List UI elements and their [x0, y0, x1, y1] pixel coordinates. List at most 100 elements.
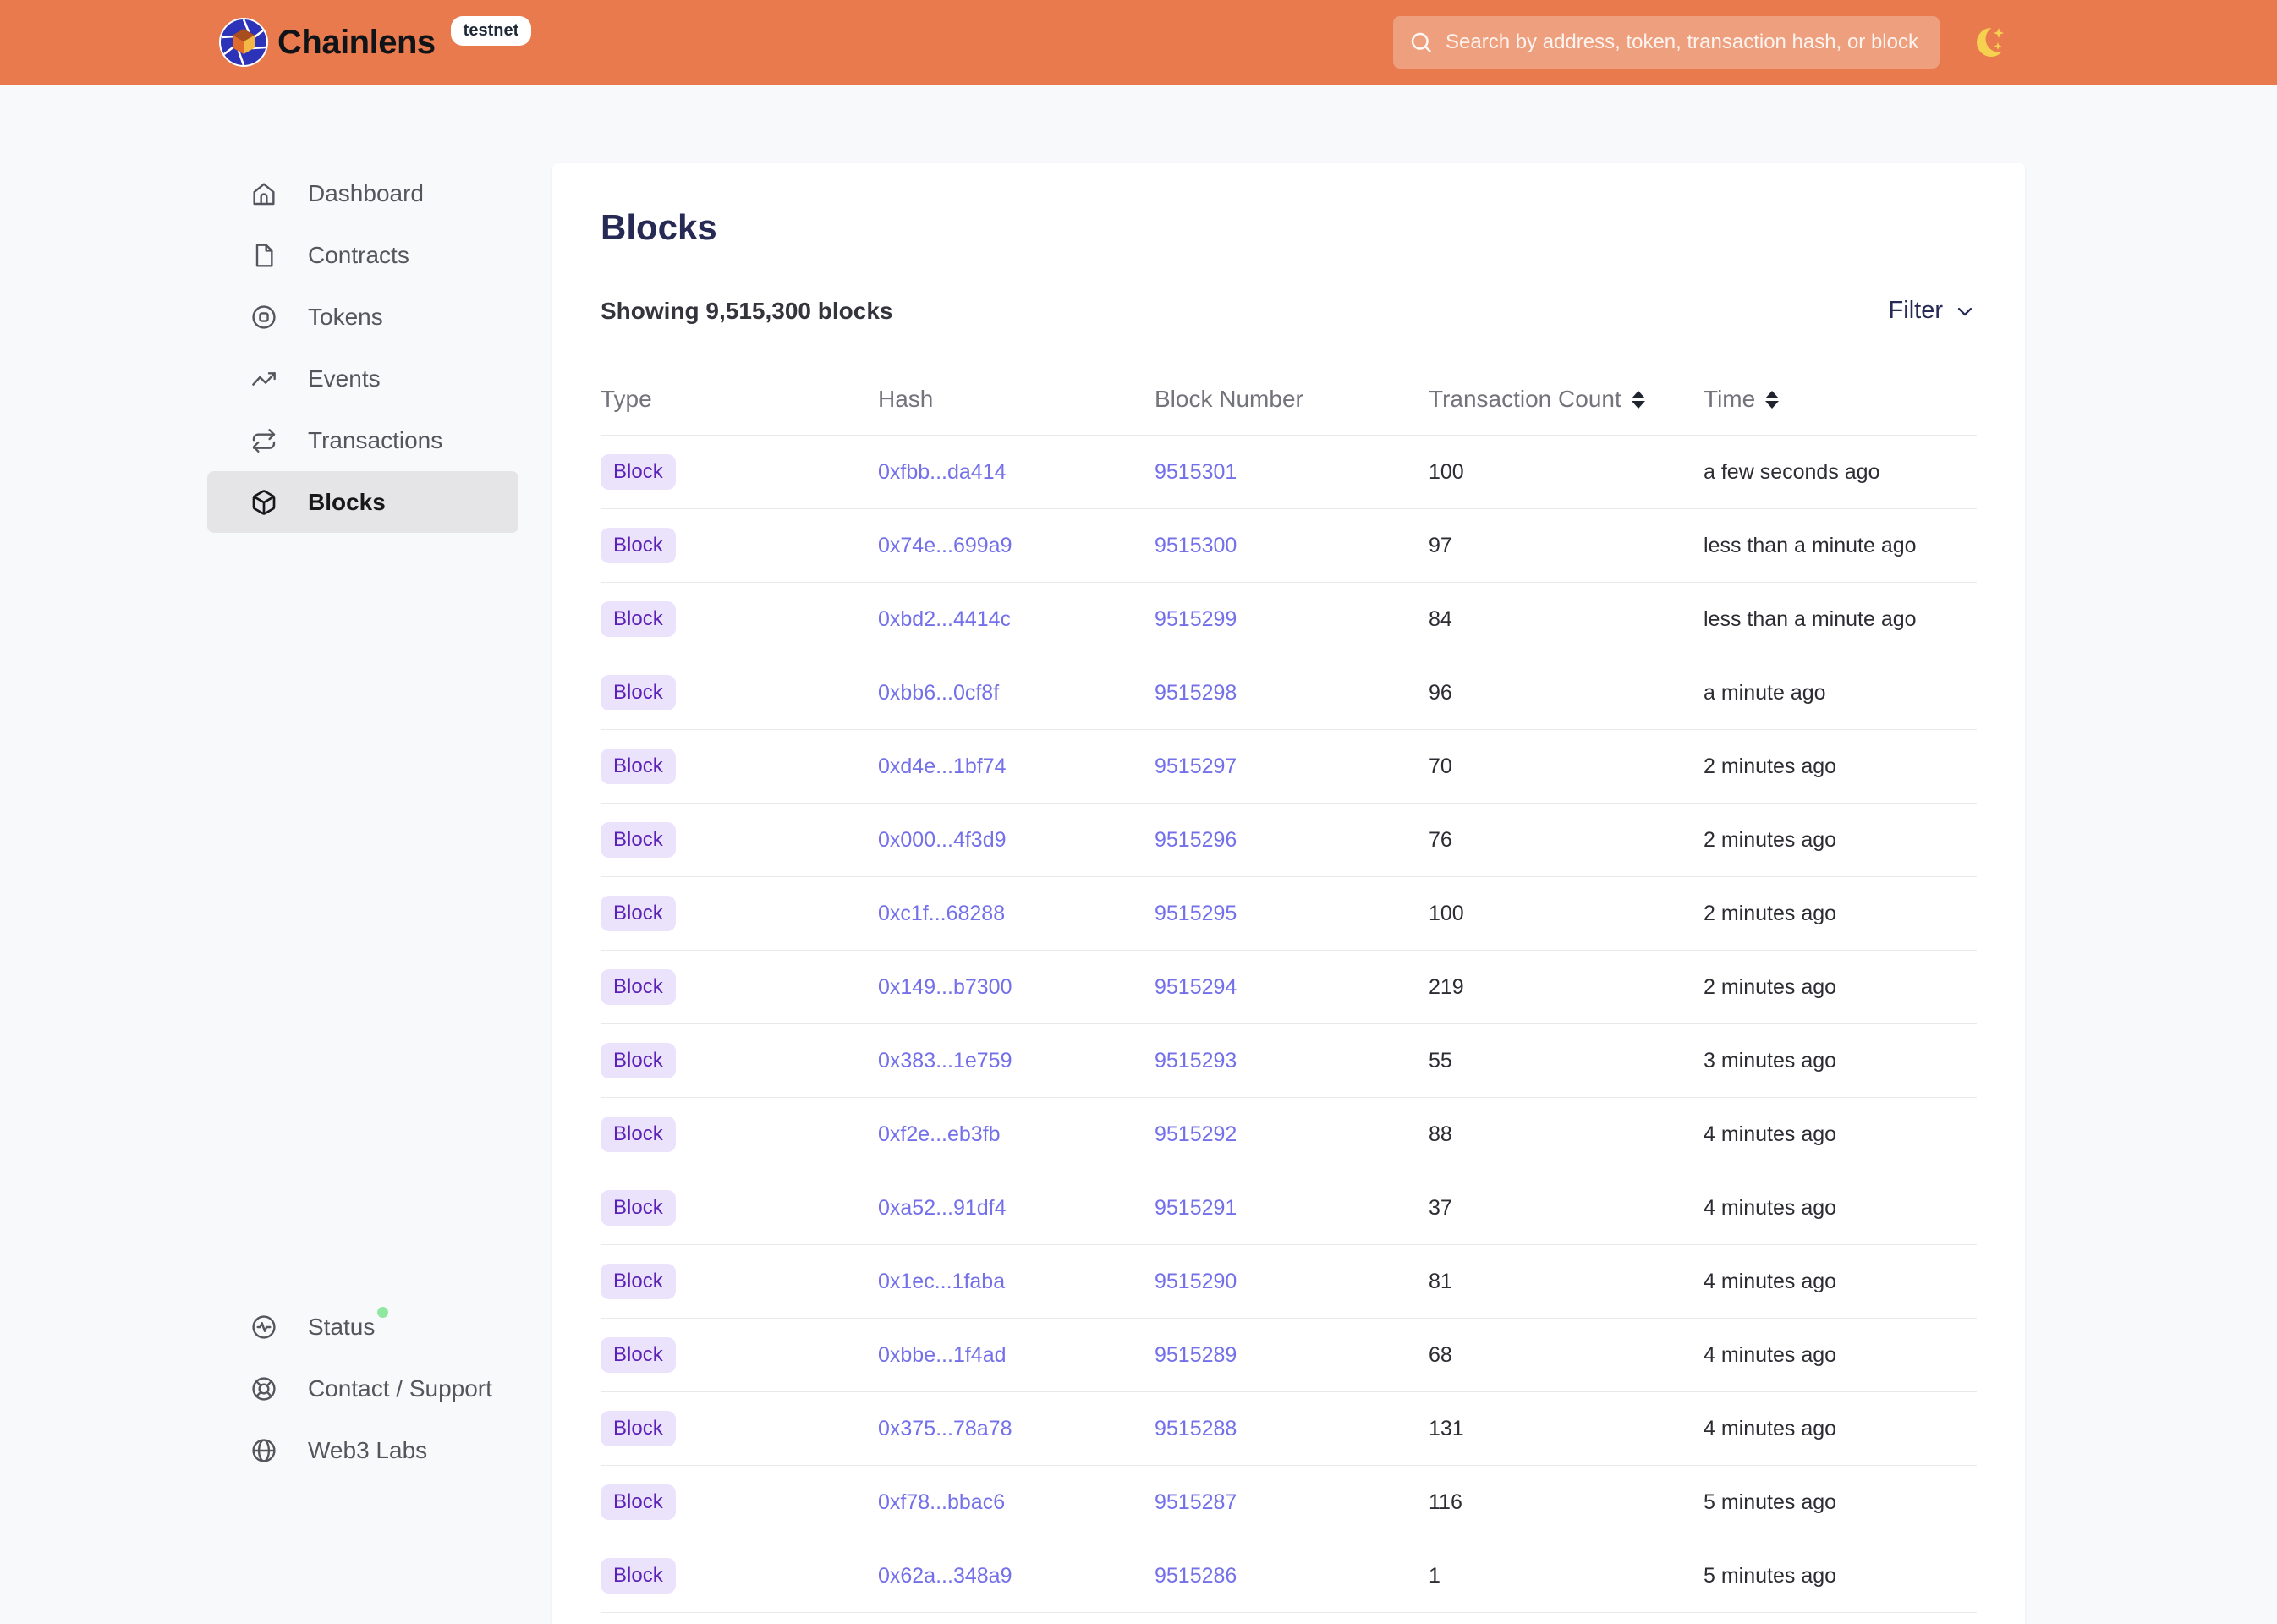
sidebar-item-label: Blocks [308, 489, 386, 516]
block-type-badge: Block [601, 1190, 676, 1226]
block-time-value: 2 minutes ago [1704, 975, 1977, 1000]
block-number-link[interactable]: 9515293 [1155, 1049, 1237, 1073]
block-number-link[interactable]: 9515287 [1155, 1490, 1237, 1515]
transaction-count-value: 88 [1429, 1122, 1704, 1147]
sidebar-item-contracts[interactable]: Contracts [207, 224, 518, 286]
cube-icon [250, 489, 277, 516]
block-type-badge: Block [601, 1411, 676, 1446]
sidebar-item-label: Contact / Support [308, 1375, 492, 1402]
column-header-block-number: Block Number [1155, 386, 1429, 413]
block-time-value: a minute ago [1704, 681, 1977, 705]
block-number-link[interactable]: 9515289 [1155, 1343, 1237, 1368]
page-title: Blocks [601, 207, 1977, 248]
block-number-link[interactable]: 9515298 [1155, 681, 1237, 705]
transaction-count-value: 76 [1429, 828, 1704, 853]
table-row: Block 0x000...4f3d9 9515296 76 2 minutes… [601, 804, 1977, 877]
block-time-value: 2 minutes ago [1704, 902, 1977, 926]
block-number-link[interactable]: 9515296 [1155, 828, 1237, 853]
sidebar-item-status[interactable]: Status [207, 1296, 518, 1358]
block-hash-link[interactable]: 0xbd2...4414c [878, 607, 1011, 632]
transaction-count-value: 100 [1429, 902, 1704, 926]
block-type-badge: Block [601, 896, 676, 931]
table-row: Block 0xf2e...eb3fb 9515292 88 4 minutes… [601, 1098, 1977, 1171]
block-hash-link[interactable]: 0xd4e...1bf74 [878, 754, 1007, 779]
block-type-badge: Block [601, 1264, 676, 1299]
search-bar[interactable] [1393, 16, 1940, 69]
block-hash-link[interactable]: 0xfbb...da414 [878, 460, 1007, 485]
sidebar-item-contact-support[interactable]: Contact / Support [207, 1358, 518, 1419]
block-hash-link[interactable]: 0x1ec...1faba [878, 1270, 1005, 1294]
block-hash-link[interactable]: 0x74e...699a9 [878, 534, 1012, 558]
table-row: Block 0xc1f...68288 9515295 100 2 minute… [601, 877, 1977, 951]
block-time-value: 4 minutes ago [1704, 1417, 1977, 1441]
top-header: Chainlens testnet [0, 0, 2277, 85]
block-type-badge: Block [601, 1116, 676, 1152]
sidebar-item-label: Web3 Labs [308, 1437, 427, 1464]
search-input[interactable] [1446, 30, 1924, 54]
repeat-icon [250, 427, 277, 454]
sidebar-item-transactions[interactable]: Transactions [207, 409, 518, 471]
block-type-badge: Block [601, 454, 676, 490]
column-header-hash: Hash [878, 386, 1155, 413]
block-hash-link[interactable]: 0x383...1e759 [878, 1049, 1012, 1073]
filter-button[interactable]: Filter [1889, 297, 1977, 325]
block-number-link[interactable]: 9515294 [1155, 975, 1237, 1000]
column-header-time[interactable]: Time [1704, 386, 1977, 413]
sort-icon [1632, 391, 1645, 409]
block-number-link[interactable]: 9515290 [1155, 1270, 1237, 1294]
block-number-link[interactable]: 9515292 [1155, 1122, 1237, 1147]
blocks-count-summary: Showing 9,515,300 blocks [601, 298, 892, 325]
block-hash-link[interactable]: 0xbbe...1f4ad [878, 1343, 1007, 1368]
block-time-value: 4 minutes ago [1704, 1270, 1977, 1294]
block-type-badge: Block [601, 1337, 676, 1373]
blocks-card: Blocks Showing 9,515,300 blocks Filter T… [552, 163, 2025, 1624]
sidebar-item-label: Contracts [308, 242, 409, 269]
sidebar-item-label: Tokens [308, 304, 383, 331]
brand[interactable]: Chainlens testnet [218, 0, 531, 85]
block-number-link[interactable]: 9515295 [1155, 902, 1237, 926]
sidebar-item-tokens[interactable]: Tokens [207, 286, 518, 348]
block-number-link[interactable]: 9515286 [1155, 1564, 1237, 1588]
blocks-table: Type Hash Block Number Transaction Count… [601, 386, 1977, 1613]
transaction-count-value: 81 [1429, 1270, 1704, 1294]
block-number-link[interactable]: 9515297 [1155, 754, 1237, 779]
transaction-count-value: 68 [1429, 1343, 1704, 1368]
table-row: Block 0xfbb...da414 9515301 100 a few se… [601, 436, 1977, 509]
block-hash-link[interactable]: 0xc1f...68288 [878, 902, 1005, 926]
block-hash-link[interactable]: 0x000...4f3d9 [878, 828, 1007, 853]
sidebar-item-web3labs[interactable]: Web3 Labs [207, 1419, 518, 1481]
block-hash-link[interactable]: 0xf2e...eb3fb [878, 1122, 1001, 1147]
search-icon [1408, 30, 1434, 55]
table-row: Block 0x74e...699a9 9515300 97 less than… [601, 509, 1977, 583]
block-time-value: 5 minutes ago [1704, 1564, 1977, 1588]
transaction-count-value: 96 [1429, 681, 1704, 705]
block-type-badge: Block [601, 1484, 676, 1520]
transaction-count-value: 219 [1429, 975, 1704, 1000]
status-icon [250, 1314, 277, 1341]
transaction-count-value: 131 [1429, 1417, 1704, 1441]
table-body: Block 0xfbb...da414 9515301 100 a few se… [601, 436, 1977, 1613]
block-hash-link[interactable]: 0x62a...348a9 [878, 1564, 1012, 1588]
document-icon [250, 242, 277, 269]
transaction-count-value: 116 [1429, 1490, 1704, 1515]
dark-mode-toggle[interactable] [1971, 19, 2018, 66]
transaction-count-value: 70 [1429, 754, 1704, 779]
block-hash-link[interactable]: 0xa52...91df4 [878, 1196, 1007, 1221]
block-hash-link[interactable]: 0xf78...bbac6 [878, 1490, 1005, 1515]
block-number-link[interactable]: 9515291 [1155, 1196, 1237, 1221]
block-number-link[interactable]: 9515301 [1155, 460, 1237, 485]
sidebar-footer: Status Contact / Support Web3 Labs [207, 1296, 518, 1481]
block-hash-link[interactable]: 0xbb6...0cf8f [878, 681, 999, 705]
token-icon [250, 304, 277, 331]
block-number-link[interactable]: 9515288 [1155, 1417, 1237, 1441]
sidebar-item-dashboard[interactable]: Dashboard [207, 162, 518, 224]
sidebar-item-blocks[interactable]: Blocks [207, 471, 518, 533]
sidebar-item-events[interactable]: Events [207, 348, 518, 409]
column-header-transaction-count[interactable]: Transaction Count [1429, 386, 1704, 413]
block-number-link[interactable]: 9515300 [1155, 534, 1237, 558]
block-number-link[interactable]: 9515299 [1155, 607, 1237, 632]
block-hash-link[interactable]: 0x149...b7300 [878, 975, 1012, 1000]
block-hash-link[interactable]: 0x375...78a78 [878, 1417, 1012, 1441]
transaction-count-value: 1 [1429, 1564, 1704, 1588]
globe-icon [250, 1437, 277, 1464]
